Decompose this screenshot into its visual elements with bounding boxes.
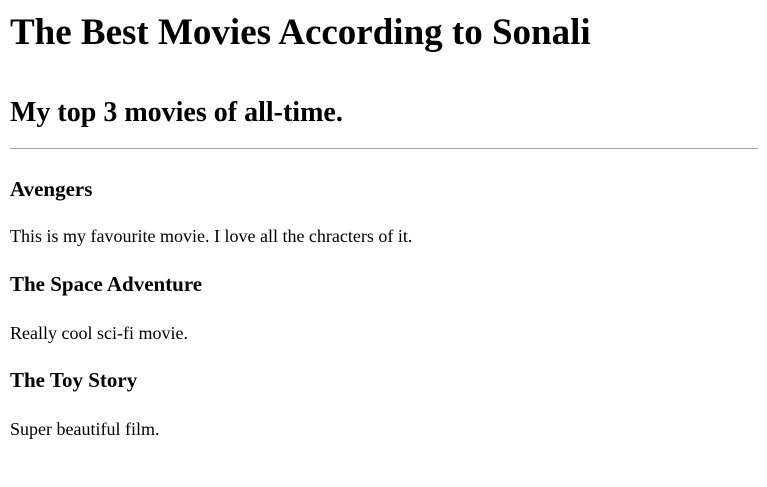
movie-title: Avengers [10, 177, 93, 201]
movie-list: Avengers This is my favourite movie. I l… [10, 149, 758, 439]
movie-description: Really cool sci-fi movie. [10, 323, 188, 343]
movie-description: This is my favourite movie. I love all t… [10, 226, 413, 246]
page-content: The Best Movies According to Sonali My t… [0, 0, 767, 438]
movie-title: The Toy Story [10, 368, 138, 392]
movie-item: The Toy Story Super beautiful film. [10, 342, 758, 439]
movie-description: Super beautiful film. [10, 419, 160, 439]
page-subtitle: My top 3 movies of all-time. [10, 97, 343, 128]
page-title: The Best Movies According to Sonali [10, 12, 591, 53]
movie-item: Avengers This is my favourite movie. I l… [10, 149, 758, 246]
movie-item: The Space Adventure Really cool sci-fi m… [10, 245, 758, 343]
movie-title: The Space Adventure [10, 272, 203, 296]
